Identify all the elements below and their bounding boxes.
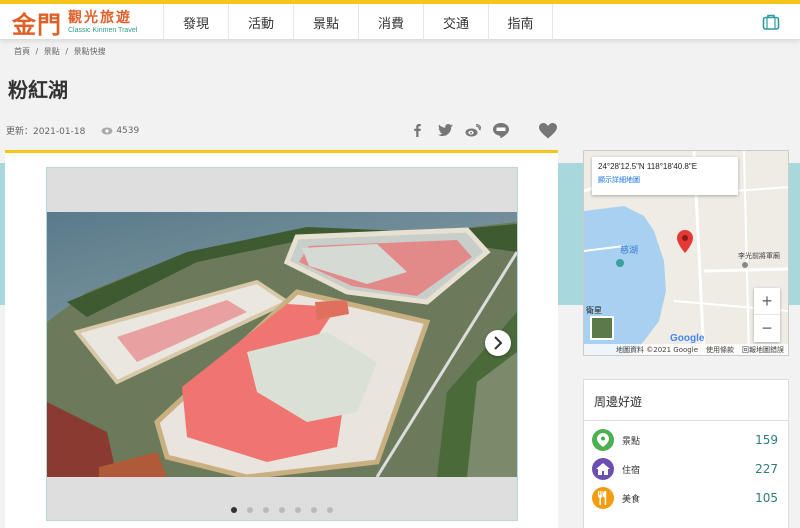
nav-transport[interactable]: 交通 bbox=[423, 4, 488, 40]
nearby-attractions-label: 景點 bbox=[622, 436, 641, 447]
nearby-food-row[interactable]: 美食 105 bbox=[592, 486, 782, 510]
page-title: 粉紅湖 bbox=[8, 78, 68, 102]
map-satellite-toggle[interactable] bbox=[590, 316, 614, 340]
facebook-share-button[interactable] bbox=[408, 121, 426, 139]
view-count: 4539 bbox=[116, 125, 140, 136]
google-logo: Google bbox=[670, 333, 705, 344]
nav-shopping[interactable]: 消費 bbox=[358, 4, 423, 40]
nearby-food-label: 美食 bbox=[622, 494, 641, 505]
favorite-heart-icon[interactable] bbox=[539, 123, 557, 139]
map-zoom-control: + − bbox=[754, 288, 780, 342]
twitter-share-button[interactable] bbox=[436, 121, 454, 139]
map-zoom-in-button[interactable]: + bbox=[754, 288, 780, 315]
aerial-salt-ponds-image bbox=[47, 212, 517, 477]
gallery-dot-1[interactable] bbox=[231, 507, 237, 513]
chevron-right-icon bbox=[494, 336, 503, 350]
eye-icon bbox=[101, 127, 113, 134]
map-terms-link[interactable]: 使用條款 bbox=[706, 345, 734, 355]
nav-discover[interactable]: 發現 bbox=[163, 4, 228, 40]
nav-events[interactable]: 活動 bbox=[228, 4, 293, 40]
trip-bag-icon[interactable] bbox=[762, 13, 780, 31]
breadcrumb-home[interactable]: 首頁 bbox=[14, 47, 30, 56]
location-map[interactable]: 24°28'12.5"N 118°18'40.8"E 顯示詳細地圖 慈湖 李光前… bbox=[583, 150, 789, 356]
twitter-icon bbox=[437, 124, 453, 136]
map-satellite-label: 衛星 bbox=[586, 306, 602, 315]
nav-guide[interactable]: 指南 bbox=[488, 4, 553, 40]
site-logo[interactable]: 金門 觀光旅遊 Classic Kinmen Travel bbox=[12, 5, 137, 39]
house-icon bbox=[592, 458, 614, 480]
line-share-button[interactable] bbox=[492, 121, 510, 139]
map-data-credit: 地圖資料 ©2021 Google bbox=[616, 345, 698, 354]
map-place-label: 李光前將軍廟 bbox=[738, 252, 780, 260]
updated-date: 更新：2021-01-18 bbox=[6, 127, 86, 137]
gallery-next-button[interactable] bbox=[485, 330, 511, 356]
breadcrumb-current: 景點快搜 bbox=[73, 47, 106, 56]
main-nav: 發現 活動 景點 消費 交通 指南 bbox=[163, 4, 553, 40]
map-coordinates: 24°28'12.5"N 118°18'40.8"E bbox=[598, 162, 698, 171]
gallery-dot-3[interactable] bbox=[263, 507, 269, 513]
page-meta: 更新：2021-01-18 4539 bbox=[6, 124, 140, 138]
logo-mark: 金門 bbox=[12, 9, 62, 39]
map-zoom-out-button[interactable]: − bbox=[754, 315, 780, 342]
map-report-link[interactable]: 回報地圖錯誤 bbox=[742, 345, 784, 355]
gallery-dot-7[interactable] bbox=[327, 507, 333, 513]
nearby-attractions-count: 159 bbox=[755, 433, 778, 447]
map-coordinate-card: 24°28'12.5"N 118°18'40.8"E 顯示詳細地圖 bbox=[592, 157, 738, 195]
map-detail-link[interactable]: 顯示詳細地圖 bbox=[598, 175, 732, 185]
nearby-lodging-row[interactable]: 住宿 227 bbox=[592, 457, 782, 481]
map-lake-label: 慈湖 bbox=[620, 246, 639, 256]
map-pin-icon bbox=[592, 429, 614, 451]
nearby-food-count: 105 bbox=[755, 491, 778, 505]
nearby-attractions-row[interactable]: 景點 159 bbox=[592, 428, 782, 452]
photo-gallery[interactable] bbox=[46, 167, 518, 521]
facebook-icon bbox=[414, 124, 421, 137]
gallery-dot-4[interactable] bbox=[279, 507, 285, 513]
map-footer: 地圖資料 ©2021 Google 使用條款 回報地圖錯誤 bbox=[584, 344, 788, 355]
weibo-share-button[interactable] bbox=[464, 121, 482, 139]
nearby-title: 周邊好遊 bbox=[584, 380, 788, 421]
nav-attractions[interactable]: 景點 bbox=[293, 4, 358, 40]
gallery-photo bbox=[47, 212, 517, 477]
line-icon bbox=[493, 122, 509, 138]
gallery-dot-2[interactable] bbox=[247, 507, 253, 513]
gallery-dot-6[interactable] bbox=[311, 507, 317, 513]
share-bar bbox=[408, 121, 520, 139]
gallery-pagination bbox=[47, 507, 517, 513]
nearby-panel: 周邊好遊 景點 159 住宿 227 美食 105 bbox=[583, 379, 789, 528]
site-header: 金門 觀光旅遊 Classic Kinmen Travel 發現 活動 景點 消… bbox=[0, 4, 800, 40]
breadcrumb-attractions[interactable]: 景點 bbox=[44, 47, 60, 56]
utensils-icon bbox=[592, 487, 614, 509]
weibo-icon bbox=[465, 123, 481, 136]
breadcrumb: 首頁 / 景點 / 景點快搜 bbox=[14, 47, 106, 56]
nearby-lodging-count: 227 bbox=[755, 462, 778, 476]
logo-subtitle: Classic Kinmen Travel bbox=[68, 26, 138, 34]
logo-title: 觀光旅遊 bbox=[68, 9, 132, 26]
nearby-lodging-label: 住宿 bbox=[622, 465, 641, 476]
gallery-dot-5[interactable] bbox=[295, 507, 301, 513]
